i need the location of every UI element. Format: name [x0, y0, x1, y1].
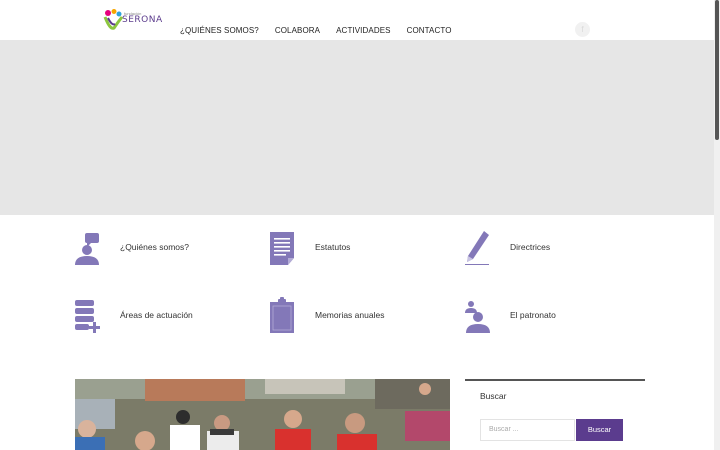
feature-label: El patronato	[510, 310, 556, 320]
feature-label: ¿Quiénes somos?	[120, 242, 189, 252]
feature-estatutos[interactable]: Estatutos	[270, 229, 450, 265]
feature-label: Memorias anuales	[315, 310, 385, 320]
person-chat-icon	[75, 229, 105, 265]
sidebar-search-title: Buscar	[480, 391, 507, 401]
pencil-icon	[465, 229, 495, 265]
feature-directrices[interactable]: Directrices	[465, 229, 645, 265]
people-icon	[465, 297, 495, 333]
feature-label: Directrices	[510, 242, 551, 252]
page-scrollbar[interactable]	[714, 0, 720, 450]
feature-label: Estatutos	[315, 242, 351, 252]
search-input[interactable]: Buscar ...	[480, 419, 575, 441]
list-add-icon	[75, 297, 105, 333]
nav-colabora[interactable]: COLABORA	[267, 26, 328, 35]
logo-text: SERONA	[122, 15, 163, 25]
nav-quienes-somos[interactable]: ¿QUIÉNES SOMOS?	[172, 26, 267, 35]
nav-actividades[interactable]: ACTIVIDADES	[328, 26, 398, 35]
feature-quienes-somos[interactable]: ¿Quiénes somos?	[75, 229, 255, 265]
main-nav: ¿QUIÉNES SOMOS? COLABORA ACTIVIDADES CON…	[172, 26, 460, 35]
feature-memorias-anuales[interactable]: Memorias anuales	[270, 297, 450, 333]
facebook-icon[interactable]: f	[575, 22, 590, 37]
feature-el-patronato[interactable]: El patronato	[465, 297, 645, 333]
site-header: fundación SERONA ¿QUIÉNES SOMOS? COLABOR…	[0, 0, 714, 40]
feature-areas-actuacion[interactable]: Áreas de actuación	[75, 297, 255, 333]
scrollbar-thumb[interactable]	[715, 0, 719, 140]
nav-contacto[interactable]: CONTACTO	[399, 26, 460, 35]
feature-label: Áreas de actuación	[120, 310, 193, 320]
hero-banner	[0, 40, 714, 215]
sidebar-divider	[465, 379, 645, 381]
site-logo[interactable]: fundación SERONA	[102, 8, 163, 32]
news-photo[interactable]	[75, 379, 450, 450]
search-button[interactable]: Buscar	[576, 419, 623, 441]
document-icon	[270, 229, 300, 265]
clipboard-icon	[270, 297, 300, 333]
logo-mark-icon	[103, 9, 124, 30]
